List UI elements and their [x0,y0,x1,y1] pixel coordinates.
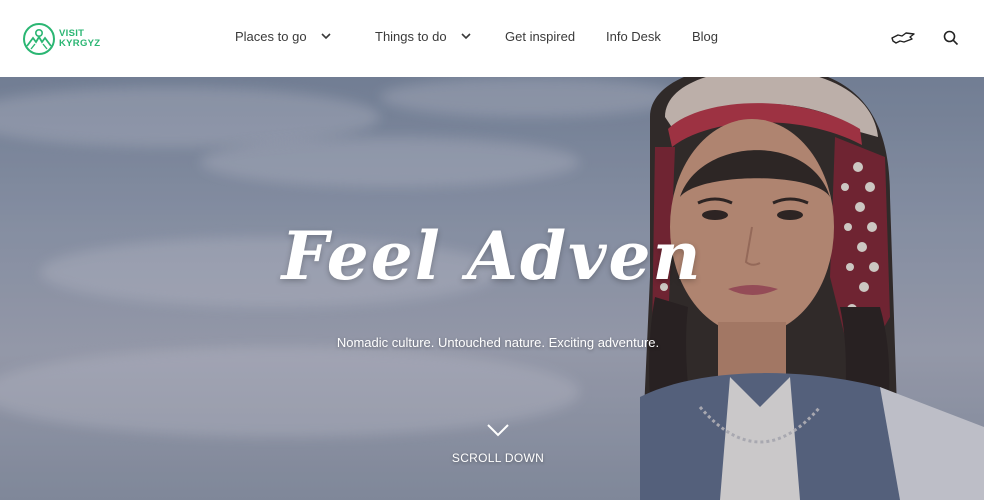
map-icon[interactable] [890,30,916,46]
nav-label: Blog [692,29,719,44]
nav-label: Info Desk [606,29,661,44]
logo-mountain-icon [23,23,55,55]
nav-things-to-do[interactable]: Things to do [375,29,471,44]
nav-places-to-go[interactable]: Places to go [235,29,331,44]
hero-tagline: Nomadic culture. Untouched nature. Excit… [336,335,660,350]
hero-headline: Feel Adven [281,217,703,295]
site-logo[interactable]: VISIT KYRGYZ [22,22,100,56]
nav-label: Get inspired [505,29,576,44]
hero-banner: Feel Adven Nomadic culture. Untouched na… [0,77,984,500]
nav-label: Places to go [235,29,307,44]
chevron-down-icon[interactable] [487,423,509,437]
nav-blog[interactable]: Blog [692,29,718,44]
site-header: VISIT KYRGYZ Places to go Things to do G… [0,0,984,77]
chevron-down-icon [460,33,471,40]
search-icon[interactable] [943,30,959,46]
chevron-down-icon [320,33,331,40]
logo-line-2: KYRGYZ [59,38,101,49]
nav-info-desk[interactable]: Info Desk [606,29,661,44]
logo-text: VISIT KYRGYZ [59,29,100,49]
nav-get-inspired[interactable]: Get inspired [505,29,575,44]
scroll-down-link[interactable]: SCROLL DOWN [0,451,984,465]
nav-label: Things to do [375,29,447,44]
